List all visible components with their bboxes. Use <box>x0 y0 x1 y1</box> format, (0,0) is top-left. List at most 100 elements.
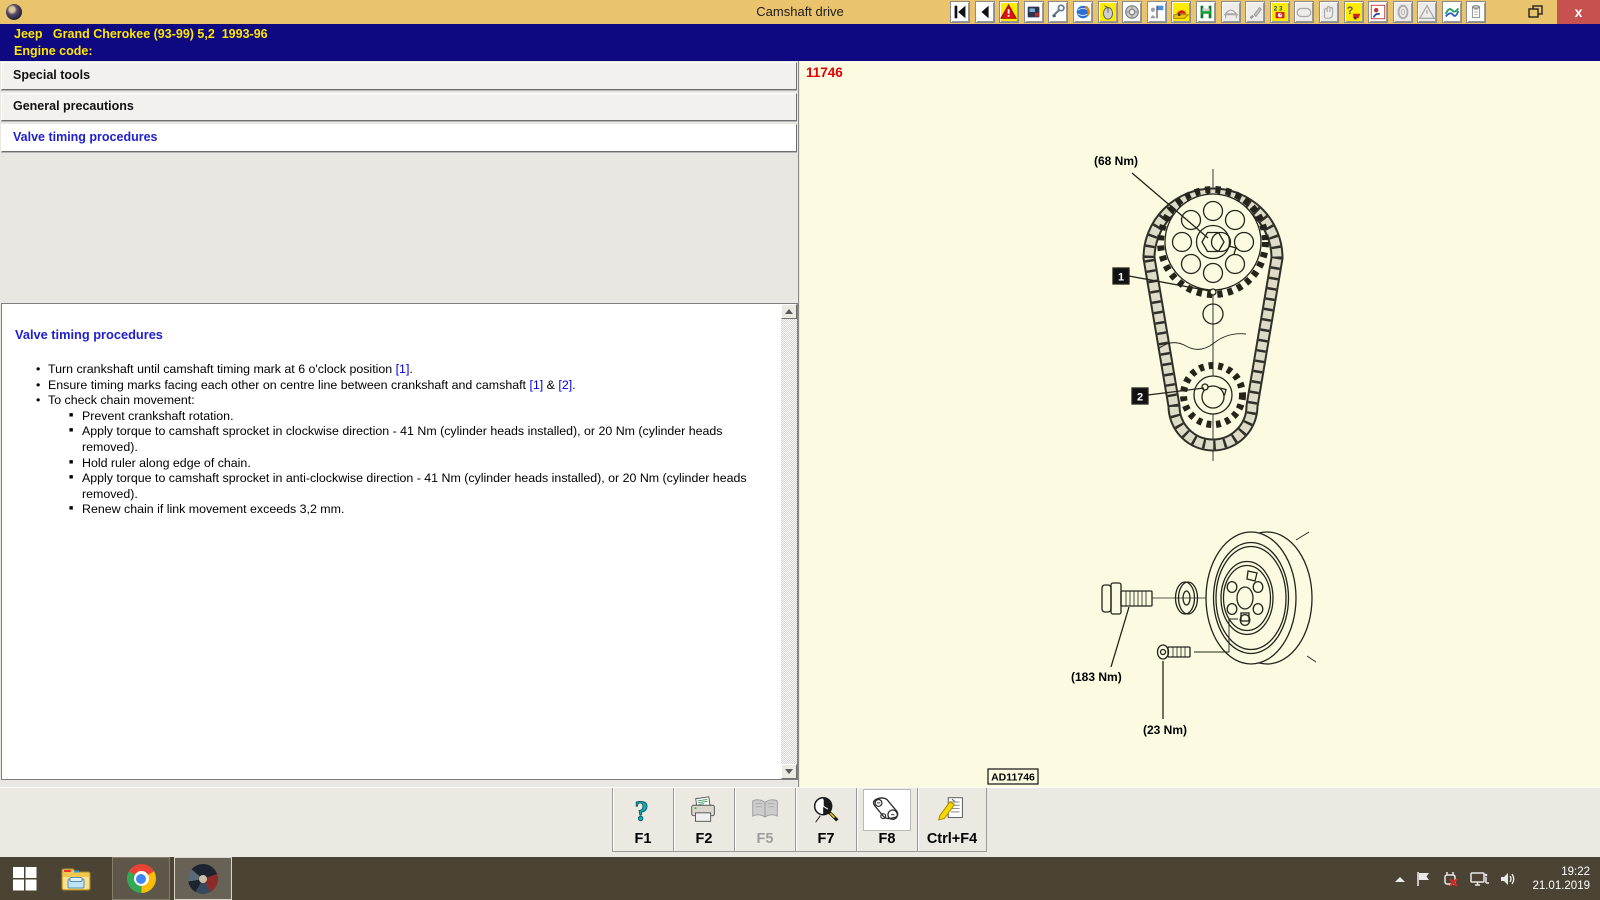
function-button-f1[interactable]: ? F1 <box>613 788 674 851</box>
toolbar: 2 3? <box>950 1 1486 23</box>
volume-icon[interactable] <box>1499 871 1517 887</box>
function-key-bar: ? F1F2F5F7F8Ctrl+F4 <box>0 787 1600 858</box>
function-button-f5: F5 <box>735 788 796 851</box>
clock[interactable]: 19:22 21.01.2019 <box>1532 865 1590 893</box>
file-explorer-button[interactable] <box>52 857 100 900</box>
figure-panel: 11746 <box>800 61 1600 787</box>
vehicle-lift-icon <box>1197 2 1215 22</box>
vehicle-title: Jeep Grand Cherokee (93-99) 5,2 1993-96 <box>0 24 1600 43</box>
repair-tools-icon <box>1049 2 1067 22</box>
airbag-icon <box>1369 2 1387 22</box>
vertical-scrollbar[interactable] <box>781 304 797 779</box>
manuals-icon <box>748 794 782 826</box>
toolbar-button-globe-icon[interactable] <box>1073 1 1093 23</box>
body-outline-icon <box>1295 2 1313 22</box>
wheel-icon <box>1123 2 1141 22</box>
camshaft-drive-diagram: (68 Nm) 1 2 <box>800 61 1600 787</box>
function-button-ctrl-f4[interactable]: Ctrl+F4 <box>918 788 987 851</box>
toolbar-button-vehicle-lift-icon[interactable] <box>1196 1 1216 23</box>
figure-reference-link[interactable]: [1] <box>529 378 543 392</box>
service-indicator-icon: 2 3 <box>1271 2 1289 22</box>
toolbar-button-nav-back-icon[interactable] <box>975 1 995 23</box>
section-header-special-tools[interactable]: Special tools <box>1 62 797 90</box>
figure-reference: AD11746 <box>988 769 1038 784</box>
engine-code-label: Engine code: <box>0 43 1600 60</box>
function-button-f2[interactable]: F2 <box>674 788 735 851</box>
taskbar: 19:22 21.01.2019 <box>0 857 1600 900</box>
action-center-flag-icon[interactable] <box>1416 871 1432 887</box>
toolbar-button-service-indicator-icon[interactable]: 2 3 <box>1270 1 1290 23</box>
timing-mark-2-label: 2 <box>1137 392 1143 404</box>
tray-expand-icon[interactable] <box>1393 874 1407 884</box>
topics-pane: Special tools General precautions Valve ti… <box>0 61 799 787</box>
toolbar-button-diagnostic-unit-icon[interactable] <box>1024 1 1044 23</box>
procedure-step: To check chain movement: <box>36 393 757 409</box>
power-status-icon[interactable] <box>1441 870 1461 888</box>
procedure-step: Hold ruler along edge of chain. <box>69 456 757 472</box>
crankshaft-torque-label: (183 Nm) <box>1071 670 1122 684</box>
function-buttons: ? F1F2F5F7F8Ctrl+F4 <box>612 788 987 852</box>
section-header-general-precautions[interactable]: General precautions <box>1 93 797 121</box>
system-tray: 19:22 21.01.2019 <box>1393 857 1600 900</box>
figure-reference-code: AD11746 <box>991 772 1035 784</box>
toolbar-button-glove-icon <box>1319 1 1339 23</box>
content-panel: Valve timing procedures Turn crankshaft … <box>1 303 798 780</box>
figure-reference-link[interactable]: [1] <box>396 362 410 376</box>
chrome-taskbar-button[interactable] <box>112 857 170 900</box>
svg-text:2 3: 2 3 <box>1273 6 1282 13</box>
troubleshooter-icon: ? <box>1345 2 1363 22</box>
section-list: Special tools General precautions Valve ti… <box>0 61 798 152</box>
close-button[interactable]: x <box>1557 0 1600 24</box>
function-button-f7[interactable]: F7 <box>796 788 857 851</box>
function-key-label: F7 <box>796 831 856 847</box>
function-button-f8[interactable]: F8 <box>857 788 918 851</box>
notes-icon <box>935 794 969 826</box>
camshaft-torque-label: (68 Nm) <box>1094 154 1138 168</box>
casing-edge <box>1158 334 1246 350</box>
toolbar-button-warning-icon[interactable] <box>999 1 1019 23</box>
toolbar-button-paint-brush-icon <box>1245 1 1265 23</box>
title-bar: Camshaft drive 2 3? x <box>0 0 1600 24</box>
toolbar-button-technician-icon[interactable] <box>1147 1 1167 23</box>
crankshaft-pulley <box>1206 532 1316 664</box>
timing-mark-1-label: 1 <box>1118 272 1124 284</box>
toolbar-button-mouse-help-icon[interactable] <box>1098 1 1118 23</box>
procedure-step: Apply torque to camshaft sprocket in clo… <box>69 424 757 455</box>
toolbar-button-wheel-icon[interactable] <box>1122 1 1142 23</box>
toolbar-button-nav-first-icon[interactable] <box>950 1 970 23</box>
function-key-label: F1 <box>613 831 673 847</box>
toolbar-button-troubleshooter-icon[interactable]: ? <box>1344 1 1364 23</box>
globe-icon <box>1074 2 1092 22</box>
section-header-valve-timing-procedures[interactable]: Valve timing procedures <box>1 124 797 152</box>
inspection-icon <box>809 794 843 826</box>
toolbar-button-repair-tools-icon[interactable] <box>1048 1 1068 23</box>
toolbar-button-tyre-icon <box>1393 1 1413 23</box>
procedure-step: Renew chain if link movement exceeds 3,2… <box>69 502 757 518</box>
procedure-list: Turn crankshaft until camshaft timing ma… <box>15 362 757 518</box>
wiring-diagram-icon <box>1443 2 1461 22</box>
toolbar-button-body-outline-icon <box>1294 1 1314 23</box>
nav-first-icon <box>951 2 969 22</box>
network-icon[interactable] <box>1470 871 1490 887</box>
toolbar-button-wiring-diagram-icon[interactable] <box>1442 1 1462 23</box>
function-key-label: F2 <box>674 831 734 847</box>
cylinder-icon <box>1467 2 1485 22</box>
warning-icon <box>1000 2 1018 22</box>
svg-text:?: ? <box>1346 5 1353 17</box>
toolbar-button-airbag-icon[interactable] <box>1368 1 1388 23</box>
start-button[interactable] <box>0 857 48 900</box>
procedure-step: Apply torque to camshaft sprocket in ant… <box>69 471 757 502</box>
procedure-step: Turn crankshaft until camshaft timing ma… <box>36 362 757 378</box>
vehicle-header: Jeep Grand Cherokee (93-99) 5,2 1993-96 … <box>0 24 1600 61</box>
toolbar-button-cylinder-icon[interactable] <box>1466 1 1486 23</box>
help-icon: ? <box>626 794 660 826</box>
autodata-taskbar-button[interactable] <box>174 857 232 900</box>
toolbar-button-wheel-alignment-icon[interactable] <box>1171 1 1191 23</box>
file-explorer-icon <box>60 865 92 893</box>
article: Valve timing procedures Turn crankshaft … <box>2 304 797 518</box>
restore-window-button[interactable] <box>1524 3 1548 21</box>
scroll-up-icon <box>785 309 793 314</box>
scroll-up-button[interactable] <box>781 304 797 319</box>
scroll-down-button[interactable] <box>781 764 797 779</box>
figure-reference-link[interactable]: [2] <box>558 378 572 392</box>
